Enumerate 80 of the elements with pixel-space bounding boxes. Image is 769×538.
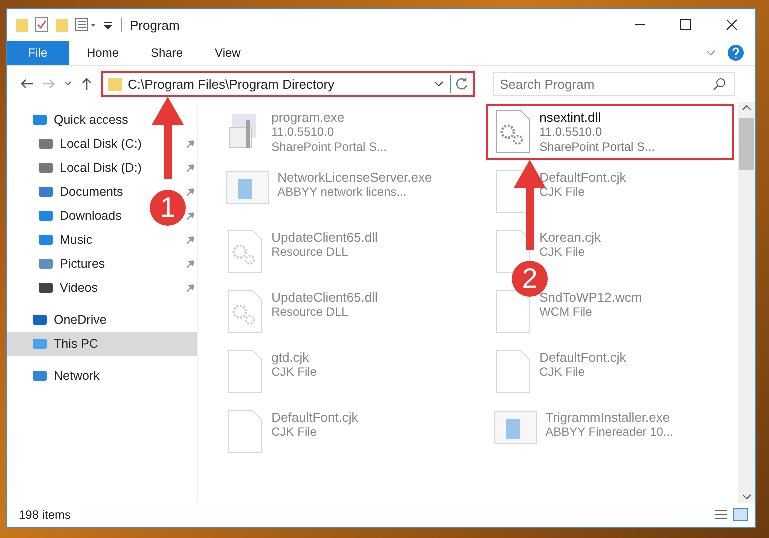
file-detail: ABBYY network licens... [278,185,408,200]
gear-file-icon [494,110,532,154]
nav-item[interactable]: Network [7,364,197,388]
file-detail: CJK File [272,425,318,440]
search-icon[interactable] [713,77,727,91]
file-detail: ABBYY Finereader 10... [546,425,674,440]
pin-icon[interactable] [184,138,195,150]
tiles-view-icon[interactable] [733,508,749,522]
nav-item[interactable]: Videos [7,276,98,300]
window-title: Program [130,18,180,32]
file-name: TrigrammInstaller.exe [546,410,672,425]
pin-icon[interactable] [184,186,195,198]
ribbon-tab[interactable]: View [201,41,255,65]
file-detail: SharePoint Portal S... [540,140,656,155]
file-detail: WCM File [540,305,594,320]
file-name: DefaultFont.cjk [272,410,358,425]
address-path: C:\Program Files\Program Directory [128,76,335,92]
item-count: 198 items [19,508,72,522]
file-name: DefaultFont.cjk [540,350,626,365]
file-name: program.exe [272,110,346,125]
application-window-icon [494,410,538,446]
file-item[interactable]: DefaultFont.cjk CJK File [486,344,734,396]
file-item[interactable]: DefaultFont.cjk CJK File [218,404,466,456]
ribbon-tab[interactable]: Share [137,41,198,65]
scrollbar-thumb[interactable] [739,118,754,170]
file-name: UpdateClient65.dll [272,290,378,305]
pin-icon[interactable] [184,234,195,246]
file-name: Korean.cjk [540,230,602,245]
pin-icon[interactable] [184,258,195,270]
file-name: DefaultFont.cjk [540,170,626,185]
folder-icon [107,76,123,92]
nav-item[interactable]: Pictures [7,252,106,276]
file-icon [494,290,532,334]
help-icon[interactable] [727,44,745,62]
nav-item[interactable]: Documents [7,180,124,204]
nav-item[interactable]: OneDrive [7,308,197,332]
nav-item[interactable]: Downloads [7,204,122,228]
pin-icon[interactable] [184,210,195,222]
nav-item[interactable]: Local Disk (D:) [7,156,142,180]
pin-icon[interactable] [184,162,195,174]
ribbon-tab[interactable]: File [7,41,69,65]
gear-file-icon [226,230,264,274]
file-detail: 11.0.5510.0 [272,125,336,140]
scrollbar[interactable] [738,102,755,503]
address-bar[interactable]: C:\Program Files\Program Directory [101,71,475,97]
file-detail: CJK File [540,185,586,200]
application-window-icon [226,170,270,206]
file-item[interactable]: nsextint.dll 11.0.5510.0 SharePoint Portal S... [486,104,734,160]
file-name: UpdateClient65.dll [272,230,378,245]
checklist-icon[interactable] [35,17,49,33]
nav-item[interactable]: Music [7,228,93,252]
file-icon [226,350,264,394]
file-name: nsextint.dll [540,110,602,125]
file-detail: SharePoint Portal S... [272,140,388,155]
file-item[interactable]: gtd.cjk CJK File [218,344,466,396]
file-name: NetworkLicenseServer.exe [278,170,432,185]
file-item[interactable]: UpdateClient65.dll Resource DLL [218,224,466,276]
nav-item[interactable]: Quick access [7,108,197,132]
search-field[interactable]: Search Program [493,72,735,96]
file-detail: Resource DLL [272,305,350,320]
file-detail: CJK File [540,245,586,260]
file-item[interactable]: program.exe 11.0.5510.0 SharePoint Portal S... [218,104,466,156]
nav-item[interactable]: Local Disk (C:) [7,132,142,156]
file-detail: CJK File [272,365,317,380]
properties-icon[interactable] [75,17,97,33]
file-detail: Resource DLL [272,245,350,260]
file-name: gtd.cjk [272,350,310,365]
details-view-icon[interactable] [713,508,729,522]
file-detail: 11.0.5510.0 [540,125,604,140]
gear-file-icon [226,290,264,334]
file-item[interactable]: TrigrammInstaller.exe ABBYY Finereader 10... [486,404,734,456]
file-item[interactable]: UpdateClient65.dll Resource DLL [218,284,466,336]
ribbon-tab[interactable]: Home [73,41,134,65]
pin-icon[interactable] [184,282,195,294]
file-icon [494,350,532,394]
file-icon [226,410,264,454]
chevron-icon[interactable] [705,48,717,58]
nav-item[interactable]: This PC [7,332,197,356]
file-item[interactable]: NetworkLicenseServer.exe ABBYY network licens... [218,164,466,216]
file-detail: CJK File [540,365,586,380]
